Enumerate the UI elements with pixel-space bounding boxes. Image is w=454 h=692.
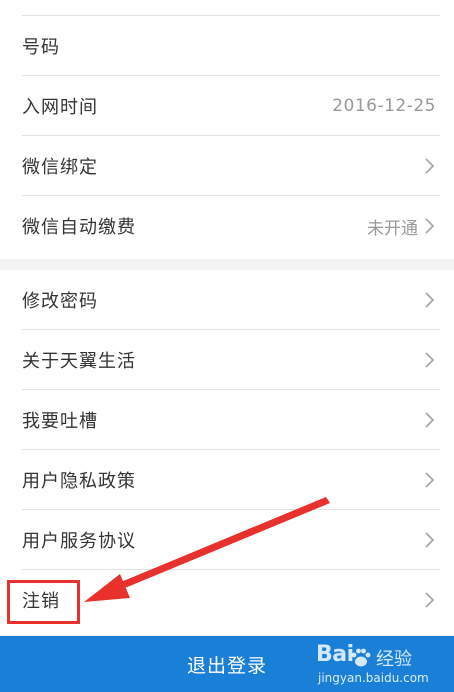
chevron-right-icon	[424, 411, 436, 429]
row-label: 入网时间	[22, 97, 98, 118]
row-label: 用户隐私政策	[22, 471, 136, 492]
cut-off-row	[0, 0, 454, 16]
row-label: 我要吐槽	[22, 411, 98, 432]
autopay-status-value: 未开通	[367, 218, 418, 239]
row-privacy-policy[interactable]: 用户隐私政策	[0, 450, 454, 510]
row-wechat-binding[interactable]: 微信绑定	[0, 136, 454, 196]
row-deregister[interactable]: 注销	[0, 570, 454, 630]
row-join-date: 入网时间 2016-12-25	[0, 76, 454, 136]
row-label: 微信绑定	[22, 157, 98, 178]
chevron-right-icon	[424, 291, 436, 309]
chevron-right-icon	[424, 217, 436, 235]
row-label: 微信自动缴费	[22, 217, 136, 238]
account-settings-screen: 号码 入网时间 2016-12-25 微信绑定 微信自动缴费 未开通 修改密码	[0, 0, 454, 692]
row-change-password[interactable]: 修改密码	[0, 270, 454, 330]
logout-label: 退出登录	[186, 654, 267, 677]
row-wechat-autopay[interactable]: 微信自动缴费 未开通	[0, 196, 454, 256]
row-label: 注销	[22, 591, 60, 612]
row-label: 关于天翼生活	[22, 351, 136, 372]
logout-button[interactable]: 退出登录	[0, 636, 454, 692]
chevron-right-icon	[424, 591, 436, 609]
account-info-group: 号码 入网时间 2016-12-25 微信绑定 微信自动缴费 未开通	[0, 0, 454, 259]
chevron-right-icon	[424, 351, 436, 369]
row-feedback[interactable]: 我要吐槽	[0, 390, 454, 450]
join-date-value: 2016-12-25	[332, 96, 436, 116]
row-service-agreement[interactable]: 用户服务协议	[0, 510, 454, 570]
row-label: 用户服务协议	[22, 531, 136, 552]
row-about[interactable]: 关于天翼生活	[0, 330, 454, 390]
row-phone-number: 号码	[0, 16, 454, 76]
chevron-right-icon	[424, 471, 436, 489]
chevron-right-icon	[424, 531, 436, 549]
row-label: 修改密码	[22, 291, 98, 312]
settings-group: 修改密码 关于天翼生活 我要吐槽 用户隐私政策 用户服务协议 注销	[0, 270, 454, 635]
row-label: 号码	[22, 37, 60, 58]
chevron-right-icon	[424, 157, 436, 175]
